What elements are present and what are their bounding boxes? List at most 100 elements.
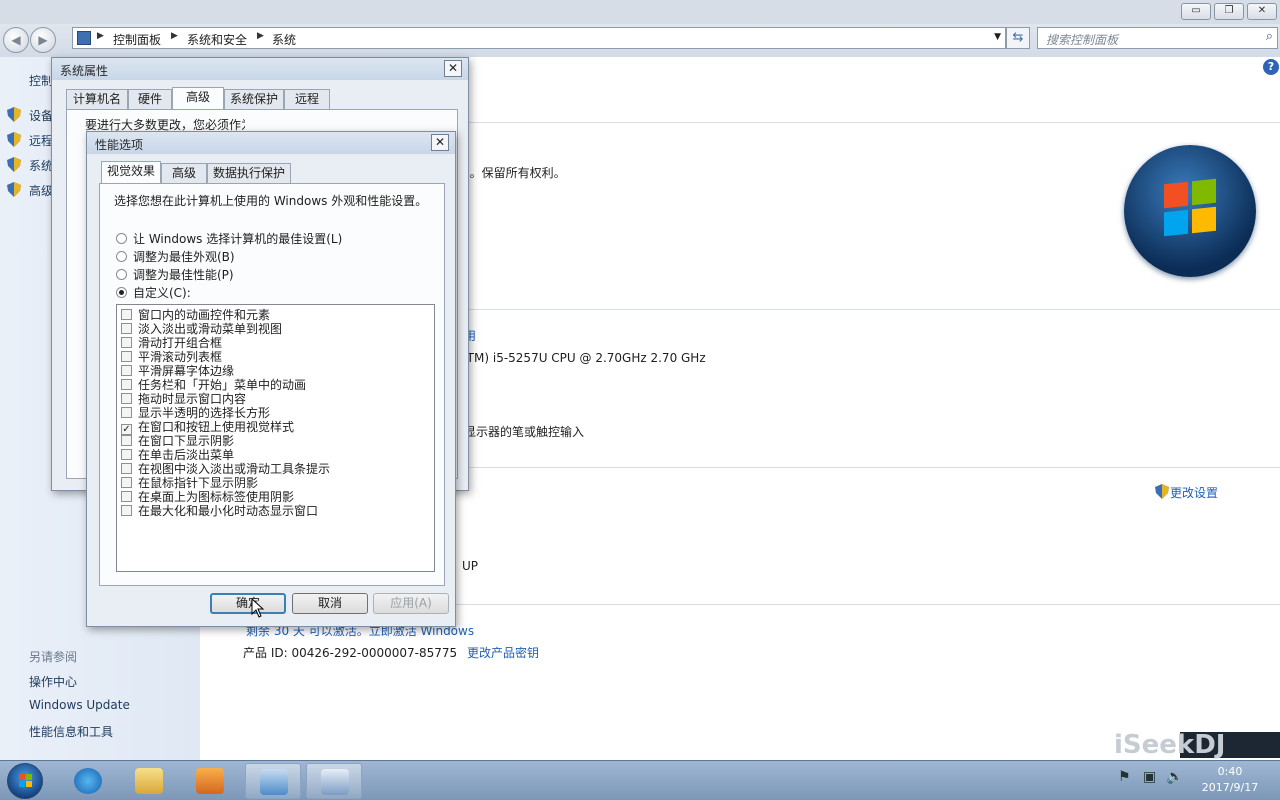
change-product-key-link[interactable]: 更改产品密钥 (467, 644, 539, 661)
effect-item[interactable]: 拖动时显示窗口内容 (121, 392, 246, 406)
effect-item[interactable]: 在窗口下显示阴影 (121, 434, 234, 448)
radio-button[interactable] (116, 287, 127, 298)
radio-button[interactable] (116, 233, 127, 244)
tab-dep[interactable]: 数据执行保护 (207, 163, 291, 183)
taskbar-media-player[interactable] (182, 763, 238, 799)
effect-item[interactable]: 淡入淡出或滑动菜单到视图 (121, 322, 282, 336)
network-icon[interactable]: ▣ (1143, 769, 1156, 785)
effect-item[interactable]: 在桌面上为图标标签使用阴影 (121, 490, 294, 504)
close-button[interactable]: ✕ (1247, 3, 1277, 20)
checkbox[interactable] (121, 463, 132, 474)
checkbox[interactable] (121, 449, 132, 460)
apply-button[interactable]: 应用(A) (373, 593, 449, 614)
checkbox[interactable] (121, 379, 132, 390)
search-icon[interactable]: ⌕ (1266, 29, 1273, 44)
effect-label: 任务栏和「开始」菜单中的动画 (138, 378, 307, 392)
checkbox[interactable] (121, 477, 132, 488)
checkbox[interactable] (121, 351, 132, 362)
radio-best-appearance[interactable]: 调整为最佳外观(B) (116, 248, 235, 265)
control-panel-home-link[interactable]: 控制 (29, 72, 53, 89)
breadcrumb-control-panel[interactable]: 控制面板 (113, 31, 161, 48)
effect-label: 平滑屏幕字体边缘 (138, 364, 235, 378)
visual-effects-panel: 选择您想在此计算机上使用的 Windows 外观和性能设置。 让 Windows… (99, 183, 445, 586)
tab-computer-name[interactable]: 计算机名 (66, 89, 128, 109)
taskbar-system-properties[interactable] (306, 763, 362, 799)
effect-item[interactable]: 窗口内的动画控件和元素 (121, 308, 270, 322)
address-bar[interactable]: ▶ 控制面板 ▶ 系统和安全 ▶ 系统 ▼ (72, 27, 1006, 49)
checkbox[interactable] (121, 393, 132, 404)
see-also-heading: 另请参阅 (29, 650, 78, 664)
effect-item[interactable]: ✓ 在窗口和按钮上使用视觉样式 (121, 420, 294, 435)
effect-label: 平滑滚动列表框 (138, 350, 223, 364)
logo-pane-blue (1164, 209, 1188, 237)
effect-item[interactable]: 在最大化和最小化时动态显示窗口 (121, 504, 318, 518)
effect-item[interactable]: 平滑屏幕字体边缘 (121, 364, 234, 378)
change-settings-link[interactable]: 更改设置 (1170, 484, 1218, 501)
sidebar-item-device-manager[interactable]: 设备 (29, 107, 53, 124)
close-icon[interactable]: ✕ (431, 134, 449, 151)
dialog-title: 系统属性 (60, 64, 109, 78)
cancel-button[interactable]: 取消 (292, 593, 368, 614)
tab-remote[interactable]: 远程 (284, 89, 330, 109)
checkbox[interactable] (121, 337, 132, 348)
taskbar-control-panel[interactable] (245, 763, 301, 799)
tab-advanced[interactable]: 高级 (172, 87, 224, 110)
refresh-button[interactable]: ⇆ (1006, 27, 1030, 49)
see-also-performance-tools[interactable]: 性能信息和工具 (29, 723, 113, 740)
tab-visual-effects[interactable]: 视觉效果 (101, 161, 161, 184)
action-center-icon[interactable]: ⚑ (1118, 769, 1131, 785)
checkbox[interactable] (121, 435, 132, 446)
back-button[interactable]: ◀ (3, 27, 29, 53)
checkbox[interactable] (121, 365, 132, 376)
see-also-action-center[interactable]: 操作中心 (29, 673, 77, 690)
effect-item[interactable]: 在视图中淡入淡出或滑动工具条提示 (121, 462, 330, 476)
tab-hardware[interactable]: 硬件 (128, 89, 172, 109)
radio-let-windows-choose[interactable]: 让 Windows 选择计算机的最佳设置(L) (116, 230, 342, 247)
restore-button[interactable]: ❐ (1214, 3, 1244, 20)
effect-item[interactable]: 平滑滚动列表框 (121, 350, 222, 364)
chevron-down-icon[interactable]: ▼ (994, 32, 1001, 42)
effect-item[interactable]: 显示半透明的选择长方形 (121, 406, 270, 420)
close-icon[interactable]: ✕ (444, 60, 462, 77)
volume-muted-icon[interactable]: 🔈 (1166, 769, 1183, 785)
tab-advanced[interactable]: 高级 (161, 163, 207, 183)
tab-system-protection[interactable]: 系统保护 (224, 89, 284, 109)
dialog-titlebar: 系统属性 ✕ (52, 58, 468, 80)
forward-button[interactable]: ▶ (30, 27, 56, 53)
checkbox[interactable] (121, 323, 132, 334)
sidebar-item-advanced[interactable]: 高级 (29, 182, 53, 199)
checkbox[interactable] (121, 309, 132, 320)
start-button[interactable] (7, 763, 43, 799)
clock[interactable]: 0:40 2017/9/17 (1190, 764, 1270, 796)
radio-button[interactable] (116, 269, 127, 280)
checkbox[interactable] (121, 491, 132, 502)
taskbar-explorer[interactable] (121, 763, 177, 799)
sidebar-item-system-protection[interactable]: 系统 (29, 157, 53, 174)
checkbox[interactable] (121, 505, 132, 516)
start-logo-green (26, 774, 32, 780)
watermark: iSeekDJ (1070, 728, 1280, 764)
taskbar-internet-explorer[interactable] (60, 763, 116, 799)
start-logo-blue (19, 781, 25, 787)
breadcrumb-system-security[interactable]: 系统和安全 (187, 31, 247, 48)
intro-text: 选择您想在此计算机上使用的 Windows 外观和性能设置。 (114, 194, 428, 208)
sidebar-item-remote[interactable]: 远程 (29, 132, 53, 149)
effect-item[interactable]: 任务栏和「开始」菜单中的动画 (121, 378, 306, 392)
ok-button[interactable]: 确定 (210, 593, 286, 614)
help-icon[interactable]: ? (1263, 59, 1279, 75)
breadcrumb-system[interactable]: 系统 (272, 31, 296, 48)
effect-item[interactable]: 在鼠标指针下显示阴影 (121, 476, 258, 490)
radio-best-performance[interactable]: 调整为最佳性能(P) (116, 266, 234, 283)
taskbar: ⚑ ▣ 🔈 0:40 2017/9/17 (0, 760, 1280, 800)
effect-label: 滑动打开组合框 (138, 336, 223, 350)
effects-listbox[interactable]: 窗口内的动画控件和元素 淡入淡出或滑动菜单到视图 滑动打开组合框 平滑滚动列表框 平滑屏… (116, 304, 435, 572)
radio-custom[interactable]: 自定义(C): (116, 284, 191, 301)
radio-label: 调整为最佳外观(B) (133, 250, 235, 264)
checkbox[interactable] (121, 407, 132, 418)
see-also-windows-update[interactable]: Windows Update (29, 698, 130, 712)
minimize-button[interactable]: ▭ (1181, 3, 1211, 20)
search-input[interactable]: 搜索控制面板 ⌕ (1037, 27, 1278, 49)
effect-item[interactable]: 滑动打开组合框 (121, 336, 222, 350)
effect-item[interactable]: 在单击后淡出菜单 (121, 448, 234, 462)
radio-button[interactable] (116, 251, 127, 262)
